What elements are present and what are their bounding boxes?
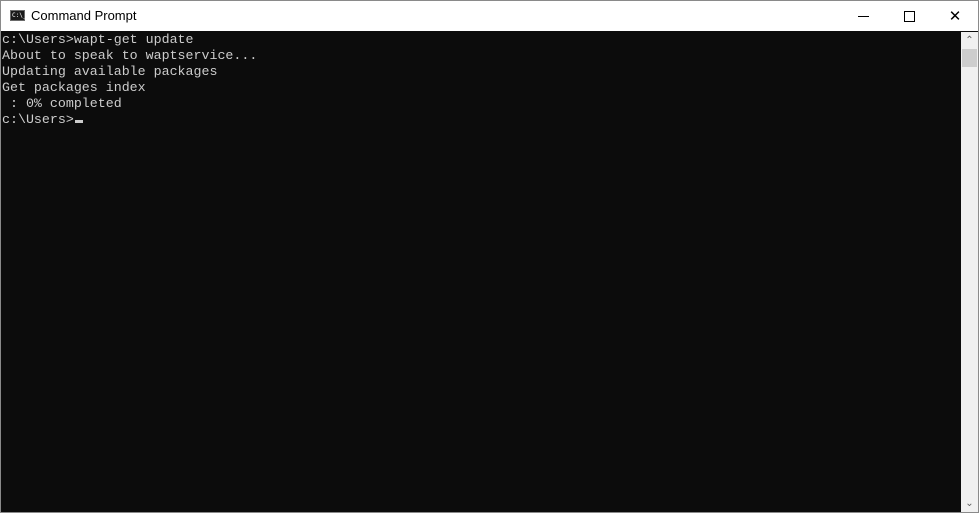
terminal-line: Updating available packages: [2, 64, 218, 79]
chevron-down-icon: ⌄: [965, 498, 974, 509]
minimize-button[interactable]: [840, 1, 886, 31]
terminal-area[interactable]: c:\Users>wapt-get update About to speak t…: [1, 32, 961, 512]
terminal-line: About to speak to waptservice...: [2, 48, 258, 63]
maximize-button[interactable]: [886, 1, 932, 31]
title-bar[interactable]: C:\_ Command Prompt ✕: [1, 1, 978, 31]
terminal-line: c:\Users>wapt-get update: [2, 32, 194, 47]
prompt-line[interactable]: c:\Users>: [2, 112, 257, 128]
maximize-icon: [903, 10, 915, 22]
terminal-output: c:\Users>wapt-get update About to speak t…: [2, 32, 257, 128]
scroll-up-button[interactable]: ⌃: [961, 32, 978, 49]
minimize-icon: [857, 15, 869, 17]
text-cursor: [74, 120, 83, 123]
cmd-icon-text: C:\_: [12, 12, 27, 19]
command-prompt-window: C:\_ Command Prompt ✕ c:\Users>wapt-get …: [0, 0, 979, 513]
terminal-line: : 0% completed: [2, 96, 122, 111]
window-title: Command Prompt: [31, 8, 137, 23]
prompt-text: c:\Users>: [2, 112, 74, 127]
scrollbar-thumb[interactable]: [962, 49, 977, 67]
chevron-up-icon: ⌃: [965, 35, 974, 46]
close-button[interactable]: ✕: [932, 1, 978, 31]
cmd-icon[interactable]: C:\_: [10, 10, 27, 21]
terminal-line: Get packages index: [2, 80, 146, 95]
vertical-scrollbar[interactable]: ⌃ ⌄: [961, 32, 978, 512]
scroll-down-button[interactable]: ⌄: [961, 495, 978, 512]
close-icon: ✕: [948, 8, 962, 25]
